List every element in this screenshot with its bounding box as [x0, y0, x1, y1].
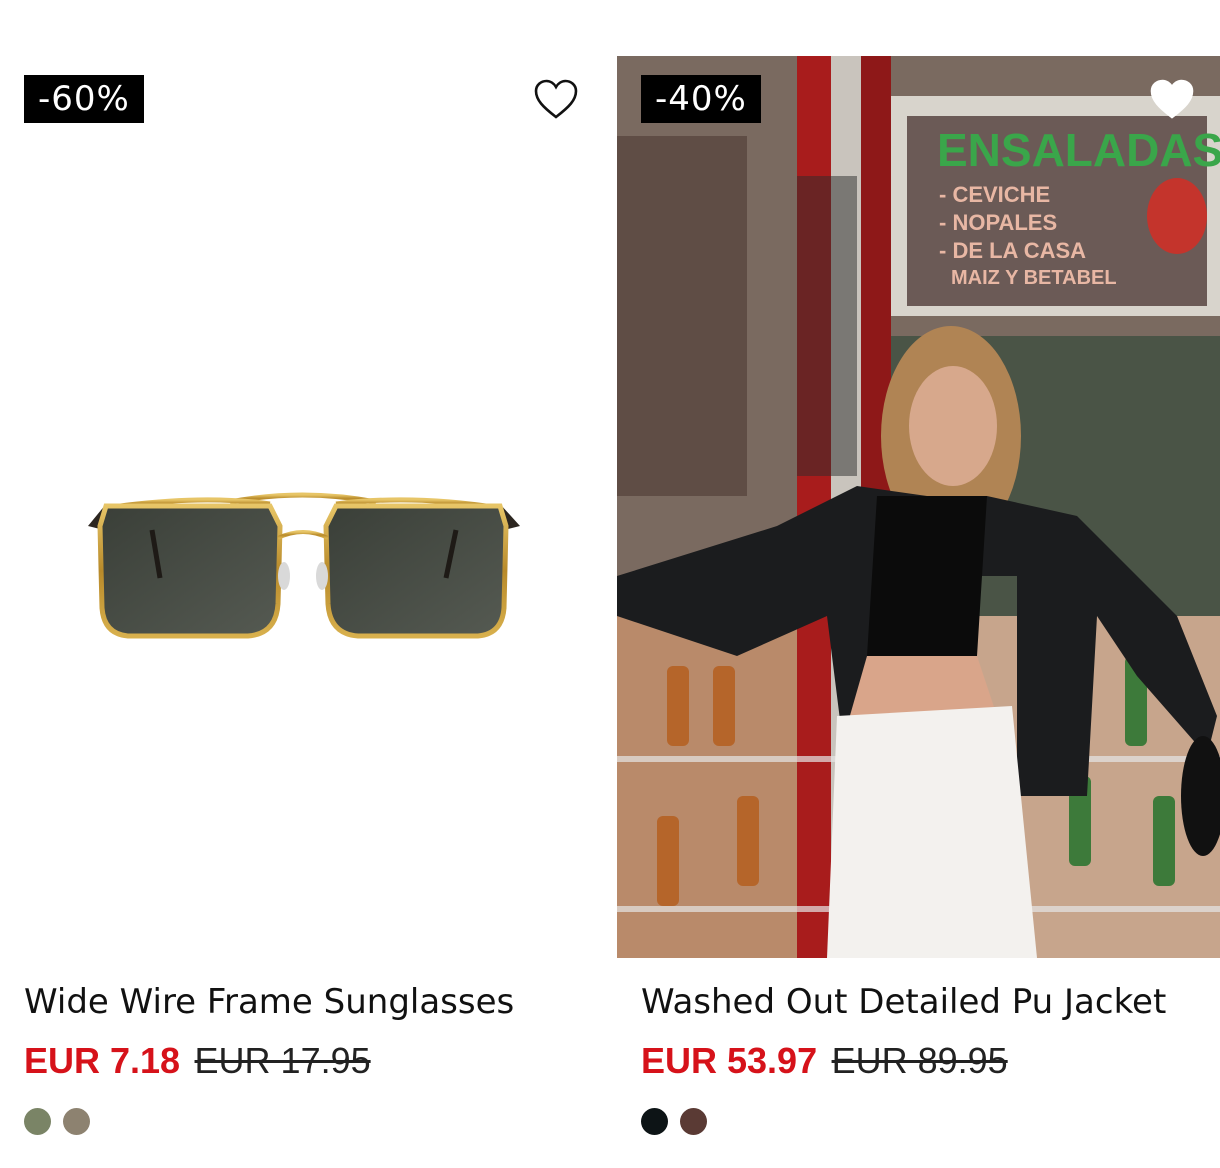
product-image[interactable]: -60%	[0, 56, 604, 958]
price-group: EUR 53.97 EUR 89.95	[641, 1040, 1008, 1082]
color-swatch-taupe[interactable]	[63, 1108, 90, 1135]
color-swatches	[641, 1108, 707, 1135]
svg-text:ENSALADAS: ENSALADAS	[937, 124, 1220, 176]
discount-badge: -40%	[641, 75, 761, 123]
original-price: EUR 89.95	[831, 1040, 1008, 1081]
model-photo: ENSALADAS - CEVICHE - NOPALES - DE LA CA…	[617, 56, 1220, 958]
product-image[interactable]: ENSALADAS - CEVICHE - NOPALES - DE LA CA…	[617, 56, 1220, 958]
heart-filled-icon	[1150, 79, 1194, 119]
svg-text:- NOPALES: - NOPALES	[939, 210, 1057, 235]
product-card[interactable]: -60% Wide Wire Frame Sunglasses EUR 7.18…	[0, 56, 604, 1135]
wishlist-button[interactable]	[1148, 76, 1196, 122]
original-price: EUR 17.95	[194, 1040, 371, 1081]
product-title[interactable]: Washed Out Detailed Pu Jacket	[641, 982, 1166, 1022]
color-swatch-black[interactable]	[641, 1108, 668, 1135]
product-card[interactable]: ENSALADAS - CEVICHE - NOPALES - DE LA CA…	[617, 56, 1220, 1135]
color-swatch-green[interactable]	[24, 1108, 51, 1135]
price-group: EUR 7.18 EUR 17.95	[24, 1040, 371, 1082]
svg-text:- DE LA CASA: - DE LA CASA	[939, 238, 1086, 263]
product-title[interactable]: Wide Wire Frame Sunglasses	[24, 982, 514, 1022]
color-swatch-brown[interactable]	[680, 1108, 707, 1135]
sale-price: EUR 53.97	[641, 1040, 818, 1081]
sunglasses-image	[88, 492, 520, 639]
color-swatches	[24, 1108, 90, 1135]
wishlist-button[interactable]	[532, 76, 580, 122]
sale-price: EUR 7.18	[24, 1040, 181, 1081]
svg-text:MAIZ Y BETABEL: MAIZ Y BETABEL	[951, 267, 1117, 289]
svg-text:- CEVICHE: - CEVICHE	[939, 182, 1050, 207]
heart-outline-icon	[534, 79, 578, 119]
discount-badge: -60%	[24, 75, 144, 123]
